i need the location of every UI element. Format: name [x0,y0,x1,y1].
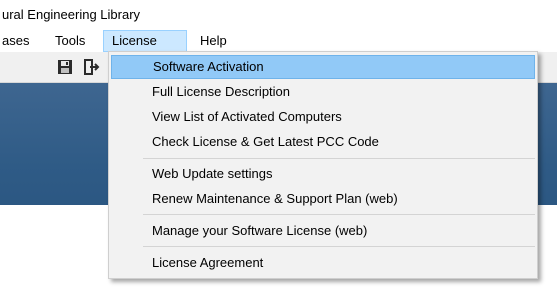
menu-item-manage-license[interactable]: Manage your Software License (web) [111,219,535,243]
title-bar: ural Engineering Library [0,0,557,30]
menu-bar: ases Tools License Help [0,30,557,52]
menu-license[interactable]: License [103,30,187,52]
menu-databases[interactable]: ases [0,30,37,52]
menu-separator [143,158,535,159]
menu-tools[interactable]: Tools [47,30,93,52]
menu-help[interactable]: Help [192,30,235,52]
menu-separator [143,246,535,247]
menu-item-check-license[interactable]: Check License & Get Latest PCC Code [111,130,535,154]
menu-item-renew-maintenance[interactable]: Renew Maintenance & Support Plan (web) [111,187,535,211]
menu-separator [143,214,535,215]
menu-item-license-agreement[interactable]: License Agreement [111,251,535,275]
window-title: ural Engineering Library [2,7,141,22]
menu-item-full-license-description[interactable]: Full License Description [111,80,535,104]
menu-item-web-update-settings[interactable]: Web Update settings [111,162,535,186]
save-icon[interactable] [56,58,74,76]
menu-item-software-activation[interactable]: Software Activation [111,55,535,79]
menu-item-view-activated-computers[interactable]: View List of Activated Computers [111,105,535,129]
exit-icon[interactable] [82,58,100,76]
license-dropdown-menu: Software Activation Full License Descrip… [108,51,538,279]
